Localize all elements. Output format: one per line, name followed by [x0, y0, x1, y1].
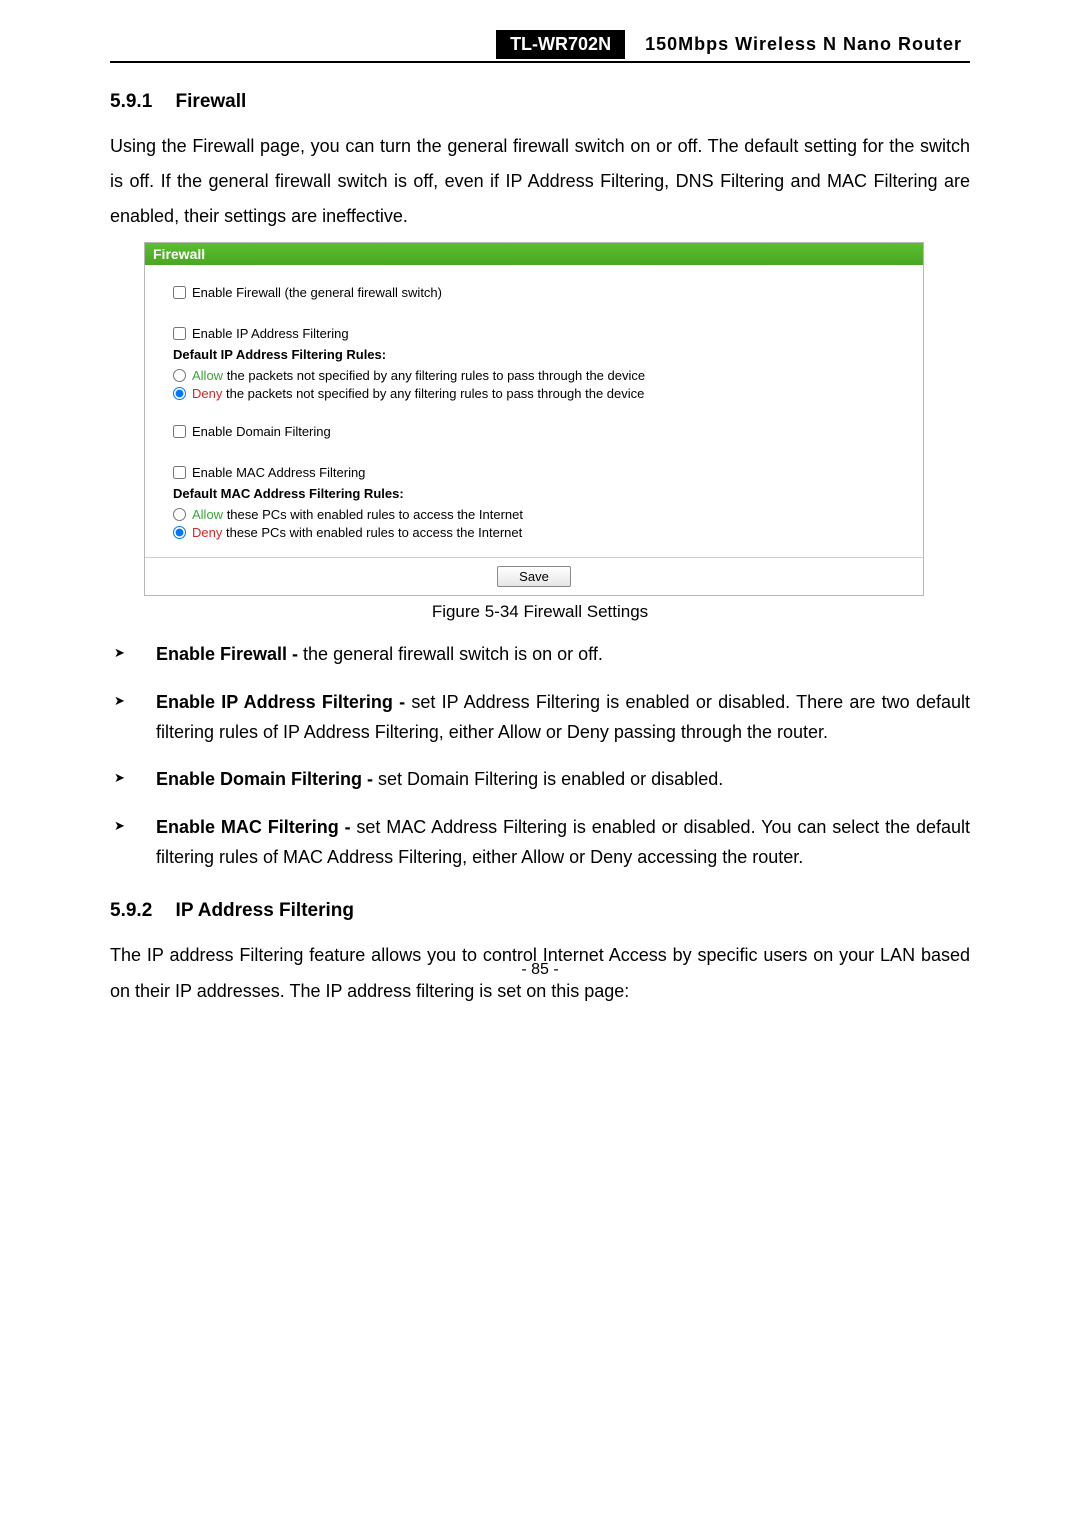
- mac-rules-heading: Default MAC Address Filtering Rules:: [173, 486, 923, 501]
- ip-deny-radio[interactable]: [173, 387, 186, 400]
- firewall-panel: Firewall Enable Firewall (the general fi…: [144, 242, 924, 596]
- section-number: 5.9.1: [110, 91, 152, 112]
- bullet-enable-ip-filtering: Enable IP Address Filtering - set IP Add…: [110, 688, 970, 747]
- section-5-9-1-heading: 5.9.1 Firewall: [110, 91, 970, 113]
- firewall-panel-title: Firewall: [145, 243, 923, 265]
- feature-list: Enable Firewall - the general firewall s…: [110, 640, 970, 872]
- section-5-9-2-heading: 5.9.2 IP Address Filtering: [110, 900, 970, 922]
- mac-allow-radio[interactable]: [173, 508, 186, 521]
- enable-firewall-checkbox[interactable]: [173, 286, 186, 299]
- device-model: TL-WR702N: [496, 30, 625, 59]
- bullet-enable-domain-filtering: Enable Domain Filtering - set Domain Fil…: [110, 765, 970, 795]
- device-title: 150Mbps Wireless N Nano Router: [625, 30, 970, 59]
- enable-domain-filtering-label: Enable Domain Filtering: [192, 424, 331, 439]
- mac-deny-radio[interactable]: [173, 526, 186, 539]
- enable-mac-filtering-label: Enable MAC Address Filtering: [192, 465, 365, 480]
- enable-firewall-label: Enable Firewall (the general firewall sw…: [192, 285, 442, 300]
- mac-allow-label: Allow these PCs with enabled rules to ac…: [192, 507, 523, 522]
- ip-allow-label: Allow the packets not specified by any f…: [192, 368, 645, 383]
- figure-caption: Figure 5-34 Firewall Settings: [110, 602, 970, 622]
- ip-allow-radio[interactable]: [173, 369, 186, 382]
- ip-rules-heading: Default IP Address Filtering Rules:: [173, 347, 923, 362]
- page-number: - 85 -: [0, 961, 1080, 979]
- enable-mac-filtering-checkbox[interactable]: [173, 466, 186, 479]
- save-button[interactable]: Save: [497, 566, 571, 587]
- enable-ip-filtering-checkbox[interactable]: [173, 327, 186, 340]
- enable-ip-filtering-label: Enable IP Address Filtering: [192, 326, 349, 341]
- enable-domain-filtering-checkbox[interactable]: [173, 425, 186, 438]
- section-5-9-1-paragraph: Using the Firewall page, you can turn th…: [110, 129, 970, 234]
- mac-deny-label: Deny these PCs with enabled rules to acc…: [192, 525, 522, 540]
- section-title: IP Address Filtering: [176, 900, 354, 921]
- header-rule: [110, 61, 970, 63]
- bullet-enable-firewall: Enable Firewall - the general firewall s…: [110, 640, 970, 670]
- page-header: TL-WR702N 150Mbps Wireless N Nano Router: [110, 30, 970, 63]
- bullet-enable-mac-filtering: Enable MAC Filtering - set MAC Address F…: [110, 813, 970, 872]
- section-title: Firewall: [176, 91, 247, 112]
- section-number: 5.9.2: [110, 900, 152, 921]
- ip-deny-label: Deny the packets not specified by any fi…: [192, 386, 644, 401]
